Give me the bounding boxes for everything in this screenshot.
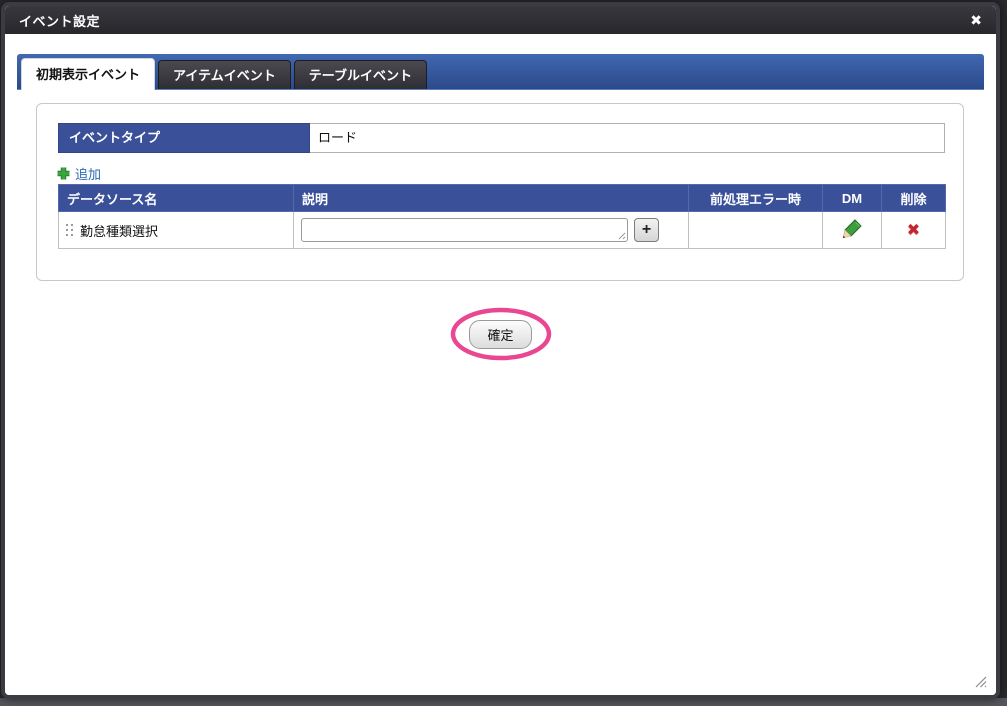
tab-table-event[interactable]: テーブルイベント	[293, 60, 427, 89]
plus-icon	[57, 167, 70, 179]
event-settings-dialog: イベント設定 ✖ 初期表示イベント アイテムイベント テーブルイベント イベント…	[1, 2, 1000, 699]
tab-item-event[interactable]: アイテムイベント	[158, 60, 291, 89]
close-icon[interactable]: ✖	[970, 13, 982, 27]
table-row: 勤怠種類選択 + ✖	[58, 211, 946, 249]
drag-handle-icon[interactable]	[66, 223, 73, 238]
dialog-content: 初期表示イベント アイテムイベント テーブルイベント イベントタイプ ロード 追…	[5, 34, 996, 695]
dialog-title-bar: イベント設定 ✖	[5, 6, 996, 34]
delete-button[interactable]: ✖	[907, 222, 920, 239]
header-description: 説明	[293, 184, 689, 212]
tab-content-panel: イベントタイプ ロード 追加 データソース名 説明 前処理エラー時 DM 削除	[36, 103, 964, 281]
add-datasource-link[interactable]: 追加	[56, 164, 101, 182]
header-datasource-name: データソース名	[58, 184, 294, 212]
header-delete: 削除	[881, 184, 946, 212]
datasource-table: データソース名 説明 前処理エラー時 DM 削除 勤怠種類選択 + ✖	[58, 184, 946, 249]
event-type-value: ロード	[310, 123, 945, 153]
table-header-row: データソース名 説明 前処理エラー時 DM 削除	[58, 184, 946, 212]
background-strip	[0, 698, 1007, 706]
header-dm: DM	[822, 184, 882, 212]
screen: { "dialog": { "title": "イベント設定", "close_…	[0, 0, 1007, 706]
event-type-label: イベントタイプ	[58, 123, 310, 153]
header-pre-error: 前処理エラー時	[688, 184, 823, 212]
tab-initial-display-event[interactable]: 初期表示イベント	[21, 58, 156, 90]
description-textarea[interactable]	[301, 218, 628, 242]
event-type-row: イベントタイプ ロード	[58, 123, 945, 153]
add-link-label: 追加	[75, 166, 102, 182]
confirm-button[interactable]: 確定	[469, 319, 532, 349]
confirm-area: 確定	[5, 304, 996, 364]
resize-grip-icon	[975, 676, 987, 688]
pre-error-cell	[688, 211, 823, 249]
dialog-resize-handle[interactable]	[972, 673, 988, 689]
dm-edit-button[interactable]	[842, 218, 863, 239]
description-add-button[interactable]: +	[634, 218, 659, 242]
dialog-title: イベント設定	[19, 13, 101, 29]
tab-bar: 初期表示イベント アイテムイベント テーブルイベント	[17, 54, 984, 90]
pencil-icon	[842, 219, 862, 239]
datasource-name: 勤怠種類選択	[80, 223, 159, 239]
